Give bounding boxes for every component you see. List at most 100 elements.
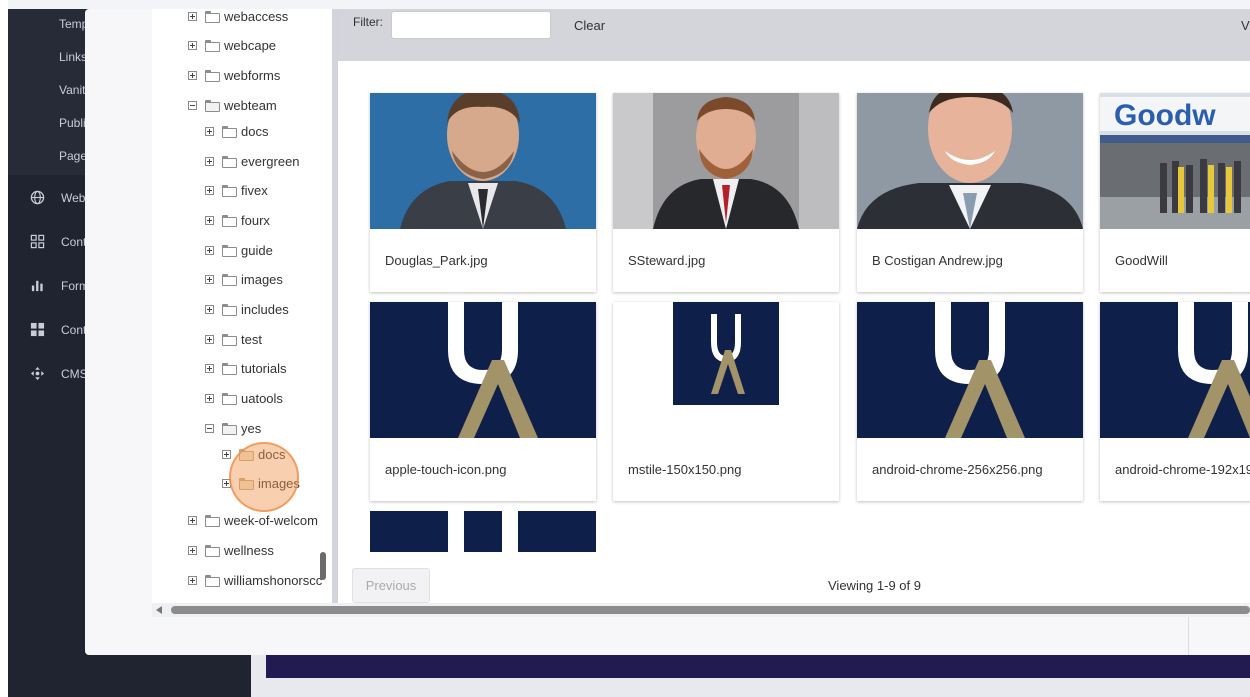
tree-scrollbar-thumb[interactable] [320,552,326,580]
expand-icon[interactable] [205,245,214,255]
filter-bar: Filter: Clear V [338,9,1250,61]
expand-icon[interactable] [222,449,231,459]
expand-icon[interactable] [205,274,214,284]
tree-item-guide[interactable]: guide [205,240,273,260]
tree-item-williamshonors[interactable]: williamshonorscc [188,570,322,590]
sidebar-item-content-2[interactable]: Cont [30,322,86,337]
sidebar-item-label: Cont [61,322,87,337]
person-photo-icon [613,93,839,229]
tree-item-docs[interactable]: docs [205,121,268,141]
expand-icon[interactable] [188,515,197,525]
folder-icon [222,363,237,375]
expand-icon[interactable] [205,304,214,314]
view-toggle-label[interactable]: V [1241,18,1250,33]
horizontal-scrollbar[interactable] [152,603,1250,617]
image-thumbnail[interactable] [857,302,1083,438]
sidebar-item-cms[interactable]: CMS [30,366,88,381]
expand-icon[interactable] [205,334,214,344]
tree-item-webcape[interactable]: webcape [188,35,276,55]
scroll-left-icon[interactable] [156,606,162,614]
sidebar-item-content[interactable]: Cont [30,234,86,249]
scrollbar-thumb[interactable] [171,606,1250,614]
tree-item-images[interactable]: images [205,269,283,289]
image-card[interactable]: Goodw GoodWill [1100,93,1250,292]
image-card[interactable]: SSteward.jpg [613,93,839,292]
tree-item-tutorials[interactable]: tutorials [205,358,287,378]
image-thumbnail[interactable] [613,93,839,229]
sidebar-sub-item[interactable]: Links [59,50,87,64]
expand-icon[interactable] [222,478,231,488]
clear-button[interactable]: Clear [574,18,605,33]
collapse-icon[interactable] [205,423,214,433]
tree-item-webaccess[interactable]: webaccess [188,9,288,26]
expand-icon[interactable] [188,575,197,585]
folder-tree: webaccess webcape webforms webteam docs … [152,9,338,607]
move-icon [30,366,45,381]
sidebar-item-label: CMS [61,366,88,381]
tree-item-uatools[interactable]: uatools [205,388,283,408]
expand-icon[interactable] [205,393,214,403]
tree-item-label: docs [241,123,269,139]
folder-icon [222,215,237,227]
tree-item-evergreen[interactable]: evergreen [205,151,300,171]
expand-icon[interactable] [188,70,197,80]
image-card[interactable] [370,511,596,552]
bar-chart-icon [31,280,43,292]
tree-item-test[interactable]: test [205,329,262,349]
tree-item-yes-images[interactable]: images [222,473,300,493]
image-thumbnail[interactable] [613,302,839,438]
folder-open-icon [205,100,220,112]
image-thumbnail[interactable] [370,93,596,229]
tree-item-wellness[interactable]: wellness [188,540,274,560]
expand-icon[interactable] [188,40,197,50]
tree-item-yes[interactable]: yes [205,418,261,438]
expand-icon[interactable] [188,545,197,555]
previous-button[interactable]: Previous [352,568,430,603]
sidebar-item-forms[interactable]: Form [30,278,89,293]
folder-icon [222,156,237,168]
expand-icon[interactable] [205,363,214,373]
layout-icon [30,322,45,337]
folder-icon [239,478,254,490]
tree-item-webteam[interactable]: webteam [188,95,277,115]
sidebar-sub-item[interactable]: Publi [59,116,86,130]
collapse-icon[interactable] [188,100,197,110]
expand-icon[interactable] [205,185,214,195]
sidebar-sub-item[interactable]: Temp [59,17,88,31]
expand-icon[interactable] [188,11,197,21]
background-footer-bar [266,655,1250,678]
sidebar-item-websites[interactable]: Webs [30,190,91,205]
image-card[interactable]: android-chrome-256x256.png [857,302,1083,501]
background-top-strip [0,0,1250,9]
storefront-sign-text: Goodw [1114,99,1216,132]
ua-logo-icon [370,302,596,438]
tree-item-includes[interactable]: includes [205,299,289,319]
expand-icon[interactable] [205,156,214,166]
tree-item-label: docs [258,446,286,462]
tree-item-yes-docs[interactable]: docs [222,444,285,464]
sidebar-sub-item[interactable]: Page [59,149,87,163]
image-thumbnail[interactable] [857,93,1083,229]
tree-item-label: evergreen [241,153,300,169]
folder-icon [222,393,237,405]
expand-icon[interactable] [205,215,214,225]
tree-item-webforms[interactable]: webforms [188,65,280,85]
folder-icon [205,11,220,23]
tree-item-label: webteam [224,97,277,113]
tree-item-fivex[interactable]: fivex [205,180,268,200]
image-card[interactable]: B Costigan Andrew.jpg [857,93,1083,292]
image-thumbnail[interactable]: Goodw [1100,93,1250,229]
expand-icon[interactable] [205,126,214,136]
tree-item-label: fivex [241,182,268,198]
image-thumbnail[interactable] [370,302,596,438]
image-card[interactable]: Douglas_Park.jpg [370,93,596,292]
sidebar-sub-item[interactable]: Vanit [59,83,85,97]
image-thumbnail[interactable] [1100,302,1250,438]
image-card[interactable]: apple-touch-icon.png [370,302,596,501]
image-card[interactable]: android-chrome-192x192.png [1100,302,1250,501]
image-card[interactable]: mstile-150x150.png [613,302,839,501]
filter-input[interactable] [391,11,551,39]
tree-item-week-of-welcome[interactable]: week-of-welcom [188,510,318,530]
tree-item-fourx[interactable]: fourx [205,210,270,230]
image-thumbnail[interactable] [370,511,596,552]
